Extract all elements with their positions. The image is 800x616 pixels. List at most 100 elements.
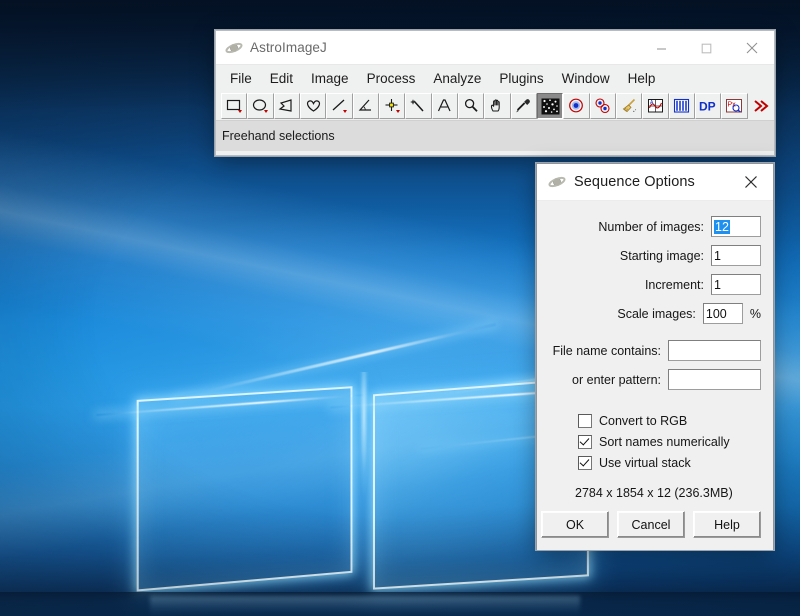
oval-icon: [252, 99, 268, 113]
menu-analyze[interactable]: Analyze: [424, 69, 490, 88]
dialog-title: Sequence Options: [574, 174, 695, 190]
data-processor-tool[interactable]: DP: [694, 93, 722, 119]
dialog-button-row: OK Cancel Help: [541, 511, 761, 538]
menu-process[interactable]: Process: [358, 69, 425, 88]
menu-plugins[interactable]: Plugins: [490, 69, 552, 88]
menu-bar: File Edit Image Process Analyze Plugins …: [216, 65, 774, 92]
polygon-icon: [278, 99, 292, 112]
aperture-photometry-tool[interactable]: [563, 93, 590, 119]
seeing-profile-tool[interactable]: [668, 93, 695, 119]
px-magnifier-icon: Px: [725, 99, 742, 113]
rectangle-icon: [226, 99, 242, 113]
angle-tool[interactable]: [352, 93, 379, 119]
status-bar: Freehand selections: [216, 120, 774, 151]
checkbox-convert-to-rgb[interactable]: Convert to RGB: [578, 414, 761, 428]
label-file-name-contains: File name contains:: [552, 343, 661, 358]
checkbox-unchecked-icon: [578, 414, 592, 428]
label-starting-image: Starting image:: [619, 248, 704, 263]
enter-pattern-input[interactable]: [668, 369, 761, 390]
eyedropper-icon: [516, 99, 531, 113]
field-scale-images: Scale images: 100 %: [549, 303, 761, 324]
field-enter-pattern: or enter pattern:: [549, 369, 761, 390]
label-use-virtual-stack: Use virtual stack: [599, 456, 691, 470]
menu-window[interactable]: Window: [553, 69, 619, 88]
checkbox-group-spacer: [549, 398, 761, 414]
close-icon[interactable]: [729, 164, 773, 200]
stack-dimensions-text: 2784 x 1854 x 12 (236.3MB): [575, 486, 733, 500]
star-field-icon: [541, 98, 560, 114]
saturn-planet-icon: [548, 173, 566, 191]
dialog-titlebar[interactable]: Sequence Options: [537, 164, 773, 201]
svg-text:DP: DP: [699, 100, 716, 114]
freehand-tool[interactable]: [299, 93, 327, 119]
astroimagej-main-window: AstroImageJ File Edit Image Process Anal…: [215, 30, 775, 156]
freehand-icon: [306, 100, 320, 112]
clear-overlay-tool[interactable]: [615, 93, 643, 119]
field-increment: Increment: 1: [549, 274, 761, 295]
increment-value: 1: [714, 277, 721, 292]
dp-text-icon: DP: [699, 100, 716, 114]
line-tool[interactable]: [326, 93, 353, 119]
field-number-of-images: Number of images: 12: [549, 216, 761, 237]
starting-image-value: 1: [714, 248, 721, 263]
label-scale-images: Scale images:: [617, 306, 696, 321]
ok-button[interactable]: OK: [541, 511, 609, 538]
dialog-body: Number of images: 12 Starting image: 1 I…: [537, 201, 773, 550]
seeing-profile-icon: [674, 98, 690, 113]
increment-input[interactable]: 1: [711, 274, 761, 295]
rectangle-tool[interactable]: [221, 93, 248, 119]
help-button[interactable]: Help: [693, 511, 761, 538]
menu-file[interactable]: File: [221, 69, 261, 88]
hand-tool[interactable]: [484, 93, 511, 119]
number-of-images-value: 12: [714, 219, 730, 234]
text-tool[interactable]: [431, 93, 458, 119]
main-window-titlebar[interactable]: AstroImageJ: [216, 31, 774, 65]
checkbox-use-virtual-stack[interactable]: Use virtual stack: [578, 456, 761, 470]
multi-aperture-icon: [595, 98, 610, 114]
number-of-images-input[interactable]: 12: [711, 216, 761, 237]
hand-icon: [490, 99, 500, 112]
starting-image-input[interactable]: 1: [711, 245, 761, 266]
checkbox-sort-names-numerically[interactable]: Sort names numerically: [578, 435, 761, 449]
point-tool[interactable]: [378, 93, 406, 119]
multi-aperture-tool[interactable]: [589, 93, 616, 119]
dropper-tool[interactable]: [510, 93, 537, 119]
plot-tool[interactable]: A: [642, 93, 669, 119]
text-a-icon: [438, 99, 451, 112]
close-icon[interactable]: [729, 31, 774, 65]
sequence-options-dialog: Sequence Options Number of images: 12 St…: [536, 163, 774, 550]
maximize-icon[interactable]: [684, 31, 729, 65]
point-icon: [385, 99, 400, 113]
magnifier-tool[interactable]: [457, 93, 485, 119]
menu-help[interactable]: Help: [619, 69, 665, 88]
label-convert-to-rgb: Convert to RGB: [599, 414, 688, 428]
menu-image[interactable]: Image: [302, 69, 358, 88]
checkbox-checked-icon: [578, 456, 592, 470]
label-number-of-images: Number of images:: [598, 219, 704, 234]
magnifier-icon: [464, 98, 478, 112]
angle-icon: [358, 99, 372, 111]
scale-images-value: 100: [705, 306, 727, 321]
field-file-name-contains: File name contains:: [549, 340, 761, 361]
field-group-spacer: [549, 332, 761, 340]
plot-icon: A: [647, 99, 663, 113]
file-name-contains-input[interactable]: [668, 340, 761, 361]
tool-bar: A DP Px: [216, 92, 774, 120]
scale-images-input[interactable]: 100: [702, 303, 743, 324]
pixel-scale-tool[interactable]: Px: [721, 93, 748, 119]
cancel-button[interactable]: Cancel: [617, 511, 685, 538]
line-icon: [332, 99, 347, 113]
polygon-tool[interactable]: [273, 93, 300, 119]
more-tools[interactable]: [747, 93, 774, 119]
field-starting-image: Starting image: 1: [549, 245, 761, 266]
wand-tool[interactable]: [405, 93, 432, 119]
minimize-icon[interactable]: [639, 31, 684, 65]
menu-edit[interactable]: Edit: [261, 69, 302, 88]
label-sort-names-numerically: Sort names numerically: [599, 435, 730, 449]
status-text: Freehand selections: [222, 129, 335, 143]
broom-icon: [622, 98, 636, 113]
oval-tool[interactable]: [247, 93, 274, 119]
percent-symbol: %: [749, 306, 761, 321]
star-field-tool[interactable]: [536, 93, 564, 119]
magic-wand-icon: [410, 99, 424, 112]
